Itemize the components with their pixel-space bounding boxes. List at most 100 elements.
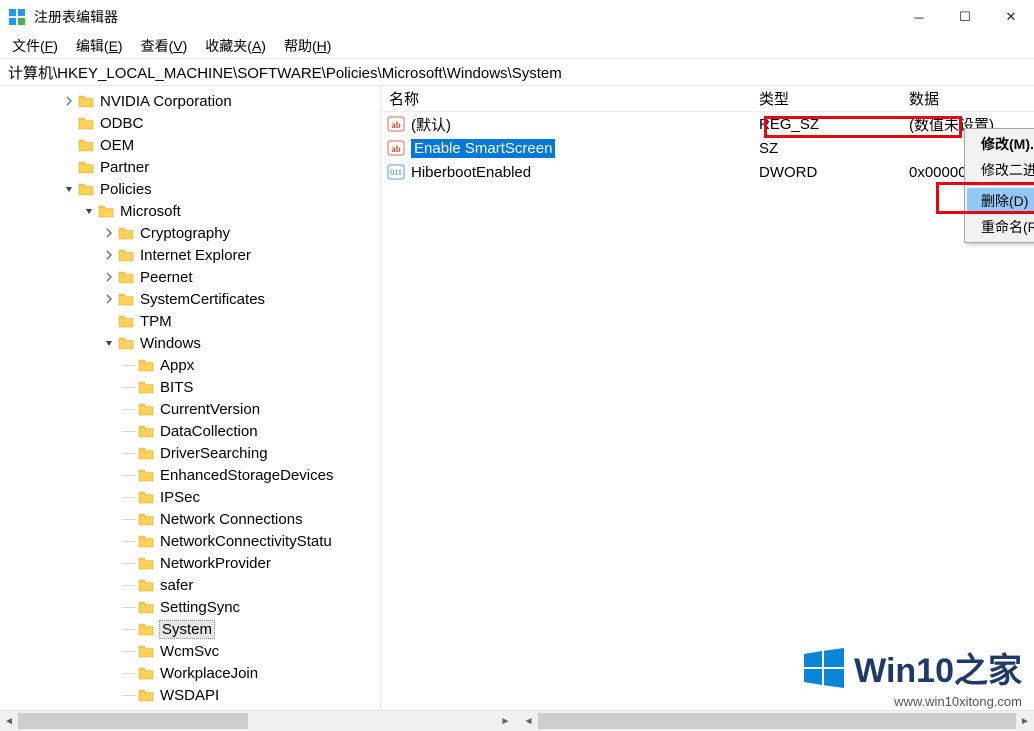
tree-item-label: NetworkProvider — [160, 555, 271, 572]
tree-item-label: Network Connections — [160, 511, 303, 528]
folder-icon — [118, 270, 134, 284]
tree-item[interactable]: NetworkConnectivityStatu — [0, 530, 380, 552]
tree-item[interactable]: TPM — [0, 310, 380, 332]
content-area: NVIDIA Corporation ODBCOEM Partner Policies… — [0, 86, 1034, 711]
tree-item[interactable]: WSDAPI — [0, 684, 380, 706]
chevron-right-icon[interactable] — [100, 246, 118, 264]
tree-item[interactable]: ODBC — [0, 112, 380, 134]
tree-item-label: DriverSearching — [160, 445, 268, 462]
tree-item[interactable]: BITS — [0, 376, 380, 398]
menu-file[interactable]: 文件(F) — [6, 34, 64, 58]
value-row[interactable]: ab(默认)REG_SZ(数值未设置) — [381, 112, 1034, 136]
chevron-down-icon[interactable] — [100, 334, 118, 352]
tree-item[interactable]: Internet Explorer — [0, 244, 380, 266]
tree-connector-icon — [120, 354, 138, 376]
tree-item[interactable]: Microsoft — [0, 200, 380, 222]
tree-item-label: Partner — [100, 159, 149, 176]
value-type: DWORD — [751, 164, 901, 181]
maximize-button[interactable]: ☐ — [942, 2, 988, 32]
context-modify[interactable]: 修改(M)... — [967, 131, 1034, 157]
tree-item-label: Appx — [160, 357, 194, 374]
tree-item-label: BITS — [160, 379, 193, 396]
scroll-right-icon[interactable]: ► — [497, 712, 515, 730]
menu-view[interactable]: 查看(V) — [135, 34, 194, 58]
folder-icon — [138, 424, 154, 438]
chevron-down-icon[interactable] — [80, 202, 98, 220]
tree-connector-icon — [120, 574, 138, 596]
tree-item-label: SystemCertificates — [140, 291, 265, 308]
list-header: 名称 类型 数据 — [381, 86, 1034, 112]
svg-text:ab: ab — [391, 120, 401, 130]
folder-icon — [138, 644, 154, 658]
tree-pane[interactable]: NVIDIA Corporation ODBCOEM Partner Policies… — [0, 86, 381, 710]
folder-icon — [138, 402, 154, 416]
folder-icon — [138, 490, 154, 504]
scroll-left-icon-2[interactable]: ◄ — [520, 712, 538, 730]
scrollbar-thumb-left[interactable] — [18, 713, 248, 729]
folder-icon — [138, 578, 154, 592]
list-pane[interactable]: 名称 类型 数据 ab(默认)REG_SZ(数值未设置)abEnable Sma… — [381, 86, 1034, 710]
chevron-right-icon[interactable] — [100, 268, 118, 286]
context-delete[interactable]: 删除(D) — [967, 188, 1034, 214]
tree-item[interactable]: EnhancedStorageDevices — [0, 464, 380, 486]
scrollbar-thumb-right[interactable] — [538, 713, 1017, 729]
close-button[interactable]: ✕ — [988, 2, 1034, 32]
tree-item-label: Peernet — [140, 269, 193, 286]
folder-icon — [138, 446, 154, 460]
tree-item[interactable]: safer — [0, 574, 380, 596]
tree-item[interactable]: Windows — [0, 332, 380, 354]
address-bar[interactable]: 计算机\HKEY_LOCAL_MACHINE\SOFTWARE\Policies… — [0, 58, 1034, 86]
scrollbar-track-right[interactable] — [538, 713, 1017, 729]
tree-connector-icon — [120, 530, 138, 552]
context-modify-binary[interactable]: 修改二进制数据(B)... — [967, 157, 1034, 183]
folder-icon — [78, 160, 94, 174]
scroll-right-icon-2[interactable]: ► — [1016, 712, 1034, 730]
tree-item[interactable]: WcmSvc — [0, 640, 380, 662]
watermark: Win10之家 www.win10xitong.com — [802, 643, 1022, 709]
context-rename[interactable]: 重命名(R) — [967, 214, 1034, 240]
tree-item[interactable]: WorkplaceJoin — [0, 662, 380, 684]
tree-item[interactable]: SettingSync — [0, 596, 380, 618]
column-type[interactable]: 类型 — [751, 86, 901, 111]
tree-item[interactable]: IPSec — [0, 486, 380, 508]
folder-icon — [138, 358, 154, 372]
column-name[interactable]: 名称 — [381, 86, 751, 111]
chevron-right-icon[interactable] — [60, 92, 78, 110]
tree-item[interactable]: Cryptography — [0, 222, 380, 244]
tree-item[interactable]: DataCollection — [0, 420, 380, 442]
tree-item-label: Internet Explorer — [140, 247, 251, 264]
value-type: REG_SZ — [751, 116, 901, 133]
tree-item[interactable]: Policies — [0, 178, 380, 200]
tree-item[interactable]: System — [0, 618, 380, 640]
chevron-down-icon[interactable] — [60, 180, 78, 198]
tree-item[interactable]: Peernet — [0, 266, 380, 288]
minimize-button[interactable]: ─ — [896, 2, 942, 32]
svg-text:ab: ab — [391, 144, 401, 154]
tree-item[interactable]: OEM — [0, 134, 380, 156]
watermark-brand: Win10之家 — [854, 643, 1022, 692]
chevron-right-icon[interactable] — [100, 224, 118, 242]
menu-edit[interactable]: 编辑(E) — [70, 34, 129, 58]
value-row[interactable]: abEnable SmartScreenSZ — [381, 136, 1034, 160]
tree-item[interactable]: Partner — [0, 156, 380, 178]
menu-favorites[interactable]: 收藏夹(A) — [199, 34, 272, 58]
tree-item[interactable]: CurrentVersion — [0, 398, 380, 420]
tree-item[interactable]: Network Connections — [0, 508, 380, 530]
tree-item[interactable]: NVIDIA Corporation — [0, 90, 380, 112]
column-data[interactable]: 数据 — [901, 86, 1034, 111]
scroll-left-icon[interactable]: ◄ — [0, 712, 18, 730]
tree-item-label: DataCollection — [160, 423, 258, 440]
tree-item[interactable]: DriverSearching — [0, 442, 380, 464]
tree-item[interactable]: SystemCertificates — [0, 288, 380, 310]
value-row[interactable]: 011HiberbootEnabledDWORD0x00000000 (0) — [381, 160, 1034, 184]
tree-item-label: Policies — [100, 181, 152, 198]
menu-help[interactable]: 帮助(H) — [278, 34, 337, 58]
scrollbar-track-left[interactable] — [18, 713, 497, 729]
tree-connector-icon — [120, 398, 138, 420]
tree-item[interactable]: NetworkProvider — [0, 552, 380, 574]
chevron-right-icon[interactable] — [100, 290, 118, 308]
tree-item-label: NVIDIA Corporation — [100, 93, 232, 110]
tree-item[interactable]: Appx — [0, 354, 380, 376]
watermark-url: www.win10xitong.com — [802, 694, 1022, 709]
window-buttons: ─ ☐ ✕ — [896, 2, 1034, 32]
